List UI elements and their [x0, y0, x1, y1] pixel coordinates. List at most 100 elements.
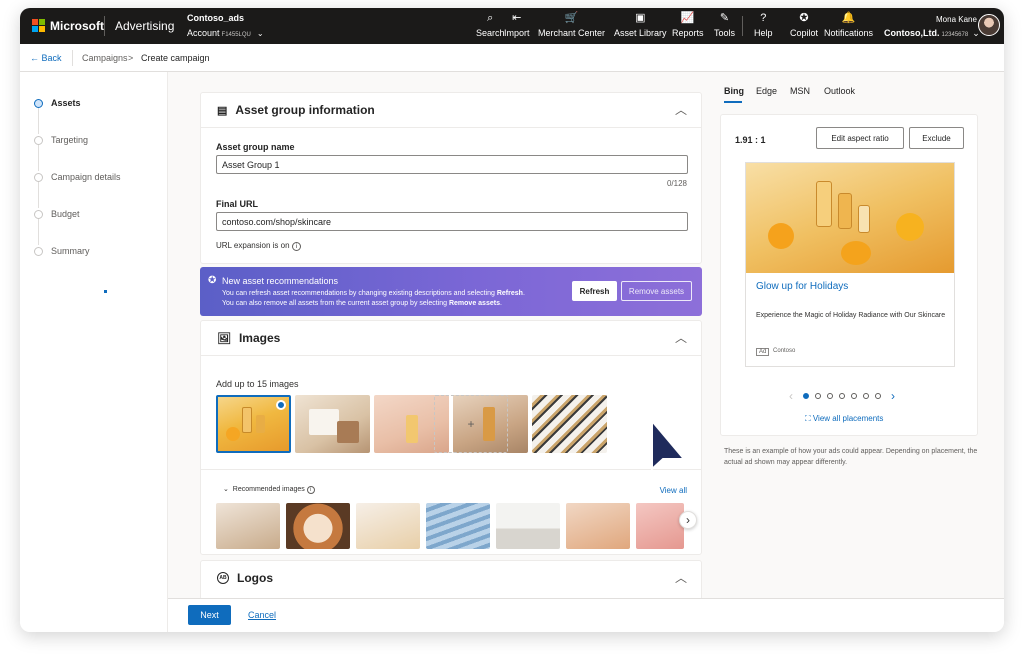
org-selector[interactable]: Contoso,Ltd. 12345678 ⌄ — [884, 28, 980, 39]
top-bar: Microsoft Advertising Contoso_ads Accoun… — [20, 8, 1004, 44]
refresh-button[interactable]: Refresh — [572, 281, 617, 301]
remove-assets-button[interactable]: Remove assets — [621, 281, 692, 301]
pager-dots — [803, 393, 881, 399]
step-summary[interactable]: Summary — [34, 246, 90, 256]
pager-dot[interactable] — [863, 393, 869, 399]
recommended-image[interactable] — [496, 503, 560, 549]
carousel-next-button[interactable]: › — [679, 511, 697, 529]
chevron-down-icon: ⌄ — [256, 29, 264, 38]
chevron-down-icon: ⌄ — [223, 486, 229, 493]
bottle-shape — [858, 205, 870, 233]
breadcrumb: ← Back Campaigns > Create campaign — [20, 44, 1004, 72]
step-targeting[interactable]: Targeting — [34, 135, 88, 145]
recommended-image[interactable] — [286, 503, 350, 549]
recommended-image[interactable] — [566, 503, 630, 549]
next-button[interactable]: Next — [188, 605, 231, 625]
nav-label: Notifications — [824, 28, 874, 38]
chevron-up-icon[interactable]: ︿ — [675, 101, 687, 118]
chevron-up-icon[interactable]: ︿ — [675, 329, 687, 346]
final-url-input[interactable] — [216, 212, 688, 231]
logos-card: AB Logos ︿ — [200, 560, 702, 600]
nav-asset-library[interactable]: ▣ Asset Library — [614, 11, 667, 38]
back-link[interactable]: ← Back — [30, 53, 62, 63]
org-name: Contoso,Ltd. — [884, 28, 940, 38]
edit-aspect-ratio-button[interactable]: Edit aspect ratio — [816, 127, 904, 149]
recommended-image[interactable] — [216, 503, 280, 549]
ad-headline[interactable]: Glow up for Holidays — [756, 281, 848, 292]
info-icon[interactable]: i — [306, 486, 315, 494]
flower-shape — [896, 213, 924, 241]
pager-dot[interactable] — [827, 393, 833, 399]
view-all-placements-label: View all placements — [812, 414, 884, 423]
nav-help[interactable]: ? Help — [754, 11, 773, 38]
nav-import[interactable]: ⇤ Import — [504, 11, 530, 38]
add-image-slot[interactable]: + — [434, 395, 508, 453]
images-header: 🖼 Images — [217, 321, 280, 355]
recommended-images-toggle[interactable]: ⌄ Recommended images i — [223, 485, 315, 494]
nav-tools[interactable]: ✎ Tools — [714, 11, 735, 38]
final-url-label: Final URL — [216, 199, 258, 209]
banner-text: You can also remove all assets from the … — [222, 300, 449, 307]
copilot-icon: ✪ — [208, 275, 217, 286]
images-title: Images — [238, 331, 281, 345]
step-connector — [38, 108, 39, 134]
step-assets[interactable]: Assets — [34, 98, 81, 108]
avatar[interactable] — [978, 14, 1000, 36]
back-label: Back — [41, 53, 62, 63]
tab-bing[interactable]: Bing — [724, 86, 744, 96]
recommended-image[interactable] — [356, 503, 420, 549]
tab-edge[interactable]: Edge — [756, 86, 777, 96]
step-campaign-details[interactable]: Campaign details — [34, 172, 121, 182]
info-icon[interactable]: i — [291, 242, 301, 251]
tab-msn[interactable]: MSN — [790, 86, 810, 96]
step-budget[interactable]: Budget — [34, 209, 80, 219]
account-selector[interactable]: Account F1455LQU ⌄ — [187, 28, 264, 38]
microsoft-logo-icon — [32, 19, 45, 32]
nav-merchant-center[interactable]: 🛒 Merchant Center — [538, 11, 605, 38]
recommended-image[interactable] — [426, 503, 490, 549]
asset-group-name-input[interactable] — [216, 155, 688, 174]
breadcrumb-campaigns[interactable]: Campaigns — [82, 53, 128, 63]
logo-badge-icon: AB — [217, 572, 229, 584]
flower-shape — [768, 223, 794, 249]
step-connector — [38, 219, 39, 245]
account-id: F1455LQU — [221, 32, 251, 38]
recommended-image[interactable] — [636, 503, 684, 549]
account-name[interactable]: Contoso_ads — [187, 13, 244, 23]
app-window: Microsoft Advertising Contoso_ads Accoun… — [20, 8, 1004, 632]
product-name[interactable]: Advertising — [115, 19, 174, 33]
banner-line-1: You can refresh asset recommendations by… — [222, 290, 525, 297]
chevron-right-icon[interactable]: › — [891, 389, 895, 403]
chevron-up-icon[interactable]: ︿ — [675, 569, 687, 586]
ad-description: Experience the Magic of Holiday Radiance… — [756, 312, 946, 319]
brand-name[interactable]: Microsoft — [50, 19, 104, 33]
preview-disclaimer: These is an example of how your ads coul… — [724, 448, 978, 466]
nav-notifications[interactable]: 🔔 Notifications — [824, 11, 873, 38]
pager-dot[interactable] — [803, 393, 809, 399]
nav-reports[interactable]: 📈 Reports — [672, 11, 704, 38]
bottle-shape — [816, 181, 832, 227]
org-id: 12345678 — [941, 32, 969, 38]
image-thumbnail[interactable] — [295, 395, 370, 453]
pager-dot[interactable] — [875, 393, 881, 399]
image-thumbnail[interactable] — [532, 395, 607, 453]
tab-outlook[interactable]: Outlook — [824, 86, 855, 96]
nav-copilot[interactable]: ✪ Copilot — [790, 11, 818, 38]
banner-text: . — [522, 290, 525, 297]
nav-search[interactable]: ⌕ Search — [476, 11, 505, 38]
chevron-left-icon[interactable]: ‹ — [789, 389, 793, 403]
pager-dot[interactable] — [839, 393, 845, 399]
exclude-button[interactable]: Exclude — [909, 127, 964, 149]
pager-dot[interactable] — [815, 393, 821, 399]
decorative-dot — [104, 290, 107, 293]
selected-image[interactable] — [216, 395, 291, 453]
nav-label: Tools — [714, 28, 736, 38]
box-shape — [309, 409, 339, 435]
view-all-placements-link[interactable]: ⛶ View all placements — [805, 414, 883, 424]
view-all-link[interactable]: View all — [660, 486, 687, 495]
asset-group-name-label: Asset group name — [216, 142, 295, 152]
bell-icon: 🔔 — [841, 12, 856, 24]
nav-label: Import — [504, 28, 530, 38]
cancel-link[interactable]: Cancel — [248, 610, 276, 620]
pager-dot[interactable] — [851, 393, 857, 399]
